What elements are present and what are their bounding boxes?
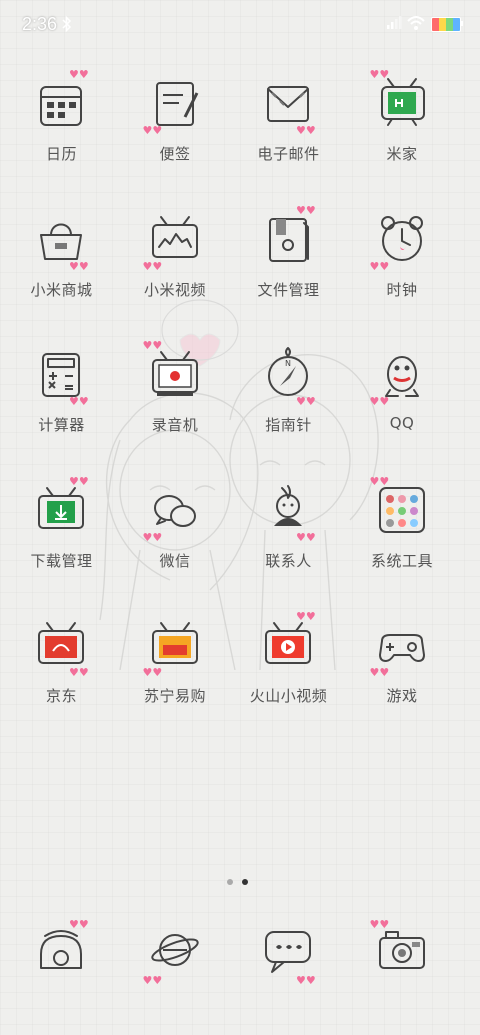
app-camera[interactable]: ♥♥	[346, 915, 459, 1035]
battery-icon	[431, 17, 461, 32]
app-qq[interactable]: ♥♥ QQ	[346, 336, 459, 456]
app-browser[interactable]: ♥♥	[119, 915, 232, 1035]
system-tools-icon	[378, 486, 425, 533]
heart-decoration-icon: ♥♥	[369, 918, 390, 931]
app-game[interactable]: ♥♥ 游戏	[346, 607, 459, 727]
heart-decoration-icon: ♥♥	[369, 395, 390, 408]
app-system-tools[interactable]: ♥♥ 系统工具	[346, 472, 459, 592]
app-recorder[interactable]: ♥♥ 录音机	[119, 336, 232, 456]
app-mi-video[interactable]: ♥♥ 小米视频	[119, 201, 232, 321]
app-huoshan[interactable]: ♥♥ 火山小视频	[232, 607, 345, 727]
app-label: 计算器	[38, 416, 85, 434]
app-wechat[interactable]: ♥♥ 微信	[119, 472, 232, 592]
heart-decoration-icon: ♥♥	[369, 259, 390, 273]
signal-icon	[387, 16, 402, 29]
app-download[interactable]: ♥♥ 下载管理	[5, 472, 118, 592]
heart-decoration-icon: ♥♥	[69, 474, 89, 488]
app-label: 系统工具	[370, 551, 433, 570]
app-mijia[interactable]: ♥♥ 米家	[346, 65, 459, 185]
app-label: 微信	[159, 551, 191, 570]
page-dot-1[interactable]	[227, 879, 233, 885]
heart-decoration-icon: ♥♥	[142, 259, 163, 273]
heart-decoration-icon: ♥♥	[296, 530, 316, 544]
app-label: 下载管理	[30, 551, 93, 570]
browser-icon	[150, 934, 199, 966]
heart-decoration-icon: ♥♥	[69, 918, 89, 931]
app-notes[interactable]: ♥♥ 便签	[119, 65, 232, 185]
recorder-icon	[151, 351, 198, 396]
app-label: 游戏	[386, 687, 418, 705]
app-messages[interactable]: ♥♥	[232, 915, 345, 1035]
heart-decoration-icon: ♥♥	[69, 395, 89, 408]
heart-decoration-icon: ♥♥	[142, 530, 163, 544]
app-label: 火山小视频	[249, 687, 328, 705]
dock: ♥♥ ♥♥ ♥♥ ♥♥	[0, 915, 480, 995]
heart-decoration-icon: ♥♥	[296, 124, 316, 137]
download-icon	[38, 486, 84, 529]
app-label: 米家	[386, 145, 418, 163]
app-label: 小米商城	[30, 280, 93, 299]
app-label: 指南针	[265, 416, 312, 434]
status-bar: 2:36	[0, 0, 480, 50]
app-label: 电子邮件	[257, 145, 320, 163]
app-label: 苏宁易购	[143, 687, 206, 705]
app-label: 小米视频	[143, 280, 206, 299]
heart-decoration-icon: ♥♥	[296, 203, 316, 217]
app-label: 联系人	[265, 551, 312, 570]
heart-decoration-icon: ♥♥	[142, 124, 163, 137]
heart-decoration-icon: ♥♥	[142, 339, 163, 352]
heart-decoration-icon: ♥♥	[69, 259, 89, 273]
app-calendar[interactable]: ♥♥ 日历	[5, 65, 118, 185]
app-label: 日历	[45, 145, 77, 163]
app-contacts[interactable]: ♥♥ 联系人	[232, 472, 345, 592]
messages-icon	[265, 931, 311, 973]
wifi-icon	[407, 16, 425, 30]
page-dot-2[interactable]	[242, 879, 248, 885]
heart-decoration-icon: ♥♥	[296, 974, 316, 987]
heart-decoration-icon: ♥♥	[142, 974, 163, 987]
page-indicator	[227, 870, 257, 889]
status-time: 2:36	[22, 14, 58, 34]
heart-decoration-icon: ♥♥	[296, 610, 316, 623]
huoshan-icon	[265, 622, 311, 664]
app-mi-store[interactable]: ♥♥ 小米商城	[5, 201, 118, 321]
app-label: 京东	[45, 687, 77, 705]
heart-decoration-icon: ♥♥	[142, 666, 163, 679]
mijia-icon	[380, 78, 425, 126]
app-compass[interactable]: N ♥♥ 指南针	[232, 336, 345, 456]
heart-decoration-icon: ♥♥	[69, 68, 89, 81]
bluetooth-icon	[62, 15, 72, 33]
app-label: 录音机	[151, 416, 199, 434]
app-label: 便签	[159, 145, 191, 163]
app-file-manager[interactable]: ♥♥ 文件管理	[232, 201, 345, 321]
app-suning[interactable]: ♥♥ 苏宁易购	[119, 607, 232, 727]
app-label: 时钟	[386, 280, 418, 299]
app-email[interactable]: ♥♥ 电子邮件	[232, 65, 345, 185]
app-calculator[interactable]: ♥♥ 计算器	[5, 336, 118, 456]
app-jd[interactable]: ♥♥ 京东	[5, 607, 118, 727]
heart-decoration-icon: ♥♥	[369, 474, 390, 488]
heart-decoration-icon: ♥♥	[369, 68, 390, 81]
app-phone[interactable]: ♥♥	[5, 915, 118, 1035]
heart-decoration-icon: ♥♥	[69, 666, 89, 679]
app-label: QQ	[389, 414, 415, 432]
heart-decoration-icon: ♥♥	[296, 395, 316, 408]
svg-text:N: N	[285, 359, 291, 368]
app-clock[interactable]: ♥♥ 时钟	[346, 201, 459, 321]
app-label: 文件管理	[257, 280, 320, 299]
calendar-icon	[40, 86, 82, 126]
heart-decoration-icon: ♥♥	[369, 666, 390, 679]
file-manager-icon	[269, 217, 309, 262]
